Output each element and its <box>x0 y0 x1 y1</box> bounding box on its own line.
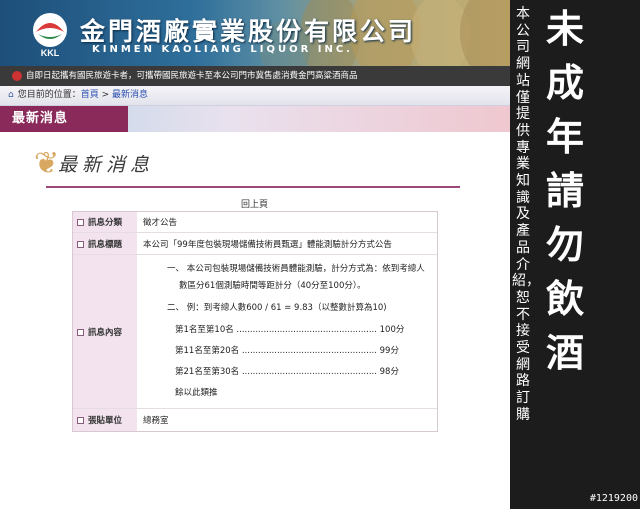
title-label: 訊息標題 <box>88 239 123 250</box>
content-label: 訊息內容 <box>88 327 123 338</box>
rank-row-2: 第11名至第20名 ..............................… <box>175 346 399 356</box>
section-heading: ❦ 最新消息 <box>34 140 474 190</box>
bullet-icon <box>77 417 84 424</box>
company-name: 金門酒廠實業股份有限公司 <box>80 17 417 46</box>
rank-row-3: 第21名至第30名 ..............................… <box>175 367 399 377</box>
breadcrumb-prefix: 您目前的位置： <box>17 90 81 100</box>
disclaimer-text: 本公司網站僅提供專業知識及產品介紹，恕不接受網路訂購 <box>512 6 540 423</box>
table-row: 張貼單位 總務室 <box>73 409 437 431</box>
underage-warning: 未成年請勿飲酒 <box>545 7 584 375</box>
content-item-2: 二、 例：到考總人數600 / 61 = 9.83（以整數計算為10) <box>167 303 387 313</box>
content-label-cell: 訊息內容 <box>73 255 137 409</box>
table-row: 訊息標題 本公司「99年度包裝現場儲備技術員甄選」體能測驗計分方式公告 <box>73 233 437 255</box>
kkl-logo[interactable]: KKL <box>26 10 74 58</box>
notice-text: 自即日起攜有國民旅遊卡者，可攜帶國民旅遊卡至本公司門市冀售處消費金門高粱酒商品 <box>26 71 358 81</box>
category-label: 訊息分類 <box>88 218 123 228</box>
title-bar: 最新消息 <box>0 106 510 132</box>
table-row: 訊息內容 一、 本公司包裝現場儲備技術員體能測驗，計分方式為：依到考總人 數區分… <box>73 255 437 409</box>
title-tab: 最新消息 <box>0 106 128 132</box>
back-link[interactable]: 回上頁 <box>241 197 268 210</box>
company-english-name: KINMEN KAOLIANG LIQUOR INC. <box>92 44 353 55</box>
content-value: 一、 本公司包裝現場儲備技術員體能測驗，計分方式為：依到考總人 數區分61個測驗… <box>137 255 437 409</box>
ornament-icon: ❦ <box>34 146 60 181</box>
bullet-icon <box>77 240 84 248</box>
table-row: 訊息分類 徵才公告 <box>73 212 437 233</box>
info-table: 訊息分類 徵才公告 訊息標題 本公司「99年度包裝現場儲備技術員甄選」體能測驗計… <box>72 211 438 432</box>
unit-value: 總務室 <box>137 409 437 431</box>
rest-note: 餘以此類推 <box>175 388 218 398</box>
section-heading-text: 最新消息 <box>58 154 155 176</box>
unit-label-cell: 張貼單位 <box>73 409 137 431</box>
header-banner: KKL 金門酒廠實業股份有限公司 KINMEN KAOLIANG LIQUOR … <box>0 0 510 66</box>
category-label-cell: 訊息分類 <box>73 212 137 233</box>
title-label-cell: 訊息標題 <box>73 233 137 255</box>
notice-bar: 自即日起攜有國民旅遊卡者，可攜帶國民旅遊卡至本公司門市冀售處消費金門高粱酒商品 <box>0 66 510 86</box>
unit-label: 張貼單位 <box>88 416 123 426</box>
page: KKL 金門酒廠實業股份有限公司 KINMEN KAOLIANG LIQUOR … <box>0 0 510 509</box>
content-item-1-line-2: 數區分61個測驗時間等距計分（40分至100分）。 <box>179 281 366 291</box>
serial-number: #1219200 <box>589 493 638 504</box>
bullet-icon <box>77 328 84 336</box>
title-value: 本公司「99年度包裝現場儲備技術員甄選」體能測驗計分方式公告 <box>137 233 437 255</box>
breadcrumb-current[interactable]: 最新消息 <box>112 90 148 100</box>
alert-icon <box>12 70 22 81</box>
content-item-1-line-1: 一、 本公司包裝現場儲備技術員體能測驗，計分方式為：依到考總人 <box>167 264 425 274</box>
breadcrumb: ⌂ 您目前的位置：首頁 > 最新消息 <box>0 86 510 106</box>
category-value: 徵才公告 <box>137 212 437 233</box>
breadcrumb-home-link[interactable]: 首頁 <box>81 90 99 100</box>
home-icon: ⌂ <box>8 90 14 100</box>
bullet-icon <box>77 219 84 226</box>
breadcrumb-separator: > <box>101 90 110 100</box>
logo-text: KKL <box>41 48 60 58</box>
rank-row-1: 第1名至第10名 ...............................… <box>175 325 405 335</box>
divider <box>46 186 460 188</box>
